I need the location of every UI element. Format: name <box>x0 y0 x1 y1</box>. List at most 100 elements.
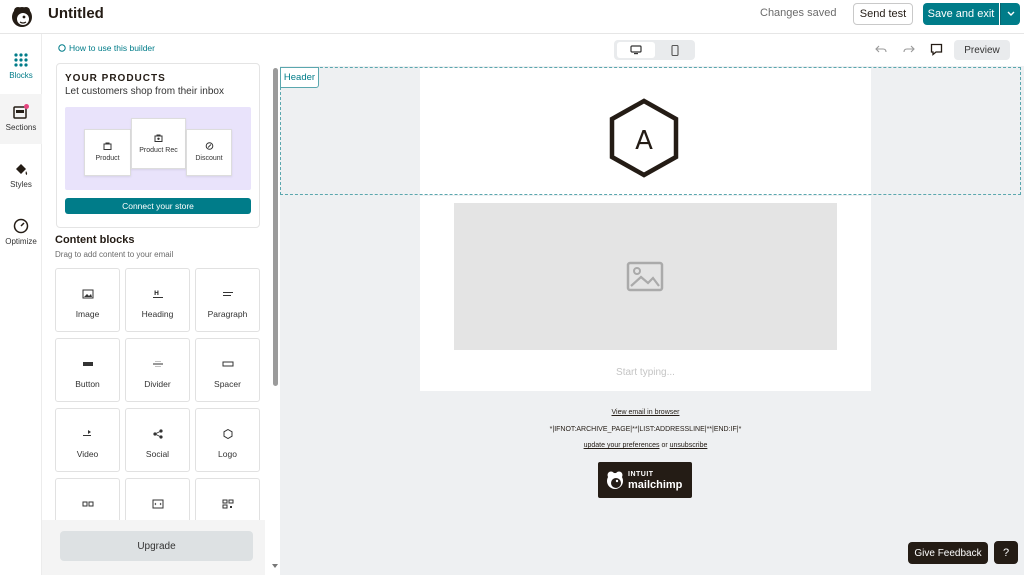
footer-preferences-line: update your preferences or unsubscribe <box>420 442 871 449</box>
block-image[interactable]: Image <box>55 268 120 332</box>
mobile-icon <box>671 44 679 56</box>
chevron-down-icon <box>1007 11 1014 16</box>
how-to-label: How to use this builder <box>69 43 155 53</box>
block-label: Paragraph <box>207 309 248 319</box>
button-icon <box>82 362 93 366</box>
panel-scrollbar-thumb[interactable] <box>273 68 278 386</box>
badge-line-1: INTUIT <box>628 471 654 478</box>
block-button[interactable]: Button <box>55 338 120 402</box>
badge-line-2: mailchimp <box>628 479 683 491</box>
preview-button[interactable]: Preview <box>954 40 1010 60</box>
product-rec-card: Product Rec <box>131 118 186 169</box>
image-icon <box>82 289 93 299</box>
undo-icon[interactable] <box>875 44 887 54</box>
products-card: YOUR PRODUCTS Let customers shop from th… <box>56 63 260 228</box>
upgrade-button[interactable]: Upgrade <box>60 531 253 561</box>
mini-card-label: Discount <box>195 155 223 162</box>
mini-card-label: Product <box>95 155 120 162</box>
block-spacer[interactable]: Spacer <box>195 338 260 402</box>
block-label: Image <box>75 309 100 319</box>
video-icon <box>82 430 91 436</box>
block-label: Video <box>76 449 99 459</box>
rail-item-optimize[interactable]: Optimize <box>0 208 42 258</box>
header-section-outline[interactable] <box>280 67 1021 195</box>
scroll-down-arrow-icon[interactable] <box>272 564 278 568</box>
mailchimp-logo-icon[interactable] <box>8 2 36 30</box>
spacer-icon <box>222 361 233 367</box>
discount-card: Discount <box>186 129 232 176</box>
send-test-button[interactable]: Send test <box>853 3 913 25</box>
sections-icon <box>13 104 29 119</box>
rail-item-styles[interactable]: Styles <box>0 151 42 201</box>
rail-item-sections[interactable]: Sections <box>0 94 42 144</box>
upgrade-footer: Upgrade <box>42 520 265 575</box>
bag-star-icon <box>154 134 163 142</box>
blocks-panel: How to use this builder YOUR PRODUCTS Le… <box>42 34 271 575</box>
rail-label: Optimize <box>5 237 37 246</box>
social-icon <box>152 429 163 439</box>
paint-bucket-icon <box>16 164 28 175</box>
comment-icon[interactable] <box>930 43 943 56</box>
mobile-view-button[interactable] <box>660 42 690 58</box>
image-placeholder[interactable] <box>454 203 837 350</box>
products-subtitle: Let customers shop from their inbox <box>65 86 224 97</box>
or-text: or <box>659 442 670 449</box>
logo-icon <box>223 429 232 439</box>
footer-address-merge-tag: *|IFNOT:ARCHIVE_PAGE|**|LIST:ADDRESSLINE… <box>549 426 742 433</box>
freddie-icon <box>607 471 623 489</box>
qr-icon <box>222 499 233 509</box>
rail-label: Sections <box>5 123 37 132</box>
block-logo[interactable]: Logo <box>195 408 260 472</box>
view-in-browser-link[interactable]: View email in browser <box>612 409 680 416</box>
block-divider[interactable]: Divider <box>125 338 190 402</box>
text-block-placeholder[interactable]: Start typing... <box>420 367 871 378</box>
header-section-tag[interactable]: Header <box>280 67 319 88</box>
footer-view-in-browser: View email in browser <box>420 409 871 416</box>
block-label: Button <box>75 379 100 389</box>
heading-icon: H <box>152 290 163 298</box>
svg-text:H: H <box>154 290 159 297</box>
redo-icon[interactable] <box>903 44 915 54</box>
block-social[interactable]: Social <box>125 408 190 472</box>
update-preferences-link[interactable]: update your preferences <box>584 442 660 449</box>
save-and-exit-button[interactable]: Save and exit <box>923 3 999 25</box>
save-options-dropdown[interactable] <box>1000 3 1020 25</box>
bag-icon <box>103 142 112 150</box>
products-illustration: Product Product Rec Discount <box>65 107 251 190</box>
image-placeholder-icon <box>626 261 664 292</box>
gauge-icon <box>13 218 29 234</box>
block-label: Social <box>145 449 170 459</box>
products-title: YOUR PRODUCTS <box>65 73 166 84</box>
how-to-link[interactable]: How to use this builder <box>58 43 155 53</box>
block-label: Logo <box>218 449 237 459</box>
block-label: Spacer <box>214 379 241 389</box>
help-circle-icon <box>58 44 66 52</box>
paragraph-icon <box>222 292 233 296</box>
discount-icon <box>205 142 213 150</box>
top-bar: Untitled Changes saved Send test Save an… <box>0 0 1024 34</box>
mailchimp-referral-badge[interactable]: INTUIT mailchimp <box>598 462 692 498</box>
code-icon <box>152 499 163 509</box>
block-heading[interactable]: H Heading <box>125 268 190 332</box>
rail-item-blocks[interactable]: Blocks <box>0 42 42 92</box>
content-blocks-subtitle: Drag to add content to your email <box>55 250 174 259</box>
left-rail: Blocks Sections Styles Optimize <box>0 34 42 575</box>
block-label: Divider <box>144 379 171 389</box>
unsubscribe-link[interactable]: unsubscribe <box>670 442 708 449</box>
connect-store-button[interactable]: Connect your store <box>65 198 251 214</box>
grid-dots-icon <box>14 53 28 67</box>
mini-card-label: Product Rec <box>139 147 178 154</box>
rail-label: Blocks <box>9 71 33 80</box>
desktop-view-button[interactable] <box>617 42 655 58</box>
content-blocks-title: Content blocks <box>55 234 135 246</box>
rail-label: Styles <box>10 180 32 189</box>
desktop-icon <box>630 45 642 55</box>
block-video[interactable]: Video <box>55 408 120 472</box>
save-status: Changes saved <box>760 7 837 19</box>
campaign-title[interactable]: Untitled <box>48 5 104 22</box>
divider-icon <box>152 361 163 367</box>
block-paragraph[interactable]: Paragraph <box>195 268 260 332</box>
give-feedback-button[interactable]: Give Feedback <box>908 542 988 564</box>
block-label: Heading <box>141 309 174 319</box>
help-button[interactable]: ? <box>994 541 1018 564</box>
